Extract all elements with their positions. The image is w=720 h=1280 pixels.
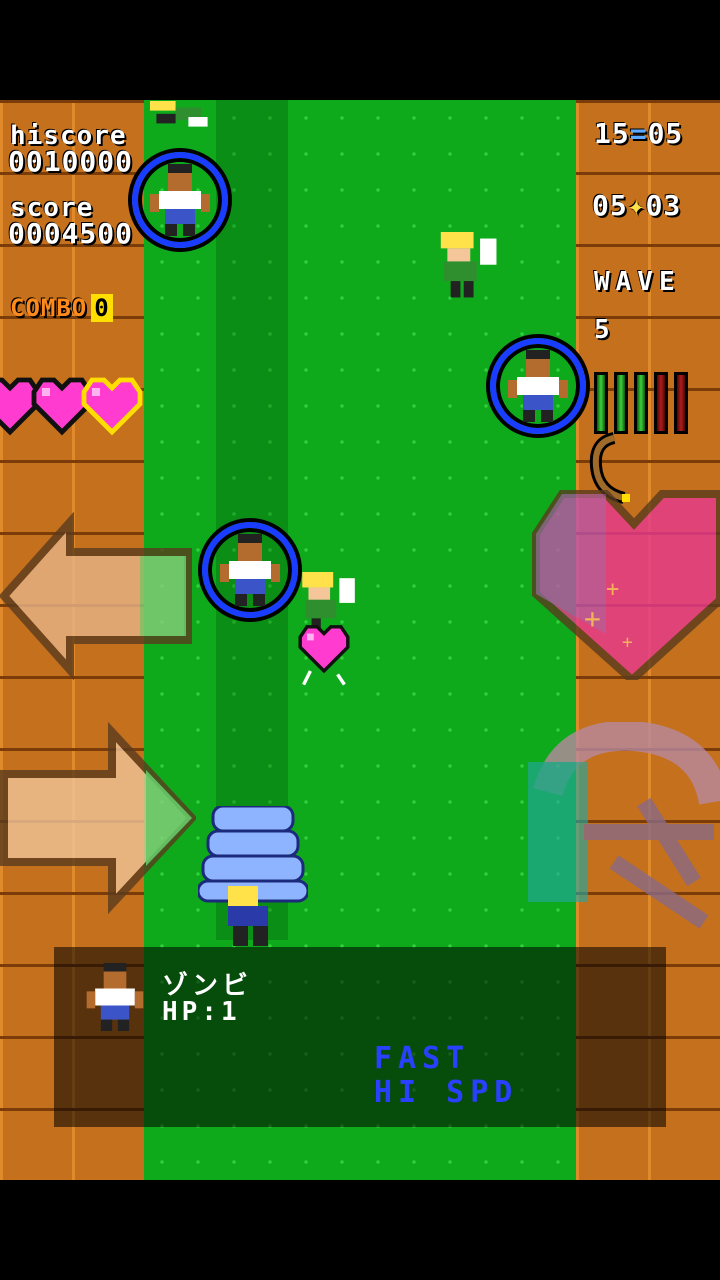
- power-bar: [634, 372, 648, 434]
- zombie-enemy-icon: [508, 350, 568, 422]
- wave-label: WAVE: [594, 267, 681, 297]
- left-arrow-button[interactable]: [0, 498, 196, 694]
- fairy-enemy-icon: [440, 232, 497, 298]
- zombie-enemy-icon: [220, 534, 280, 606]
- player-character: [198, 806, 308, 946]
- power-bar: [614, 372, 628, 434]
- combo-display: COMBO 0: [10, 294, 113, 322]
- zombie-portrait-icon: [86, 963, 144, 1031]
- time-right: 05: [647, 117, 684, 150]
- enemy-hp: HP:1: [162, 997, 241, 1027]
- zombie-enemy-icon: [150, 164, 210, 236]
- game-screen: hiscore 0010000 score 0004500 COMBO 0 15=…: [0, 100, 720, 1180]
- wave-value: 5: [594, 315, 611, 345]
- combo-label: COMBO: [10, 294, 88, 322]
- power-bar: [594, 372, 608, 434]
- equals-icon: =: [629, 117, 648, 150]
- fairy-icon: ✦: [627, 189, 646, 222]
- hiscore-value: 0010000: [8, 145, 134, 178]
- combo-value: 0: [91, 294, 113, 322]
- heart-special-button[interactable]: + + +: [522, 484, 720, 680]
- enemy-trait-1: FAST: [374, 1041, 471, 1076]
- power-bar: [674, 372, 688, 434]
- heart-item-icon: [298, 625, 350, 686]
- right-arrow-button[interactable]: [0, 720, 196, 916]
- svg-text:+: +: [584, 602, 601, 635]
- svg-text:+: +: [622, 632, 633, 653]
- fairy-right: 03: [645, 189, 682, 222]
- score-value: 0004500: [8, 217, 134, 250]
- fairy-left: 05: [592, 189, 628, 222]
- enemy-info-panel: ゾンビ HP:1 FAST HI SPD: [54, 947, 666, 1127]
- hook-button[interactable]: [524, 722, 720, 932]
- fairy-enemy-icon: [150, 101, 208, 127]
- time-counter: 15=05: [594, 120, 683, 148]
- time-left: 15: [594, 117, 630, 150]
- svg-text:+: +: [606, 577, 619, 602]
- fairy-counter: 05✦03: [592, 192, 681, 220]
- power-bar: [654, 372, 668, 434]
- life-heart-icon: [81, 377, 143, 436]
- enemy-trait-2: HI SPD: [374, 1075, 519, 1110]
- power-gauge: [594, 372, 704, 434]
